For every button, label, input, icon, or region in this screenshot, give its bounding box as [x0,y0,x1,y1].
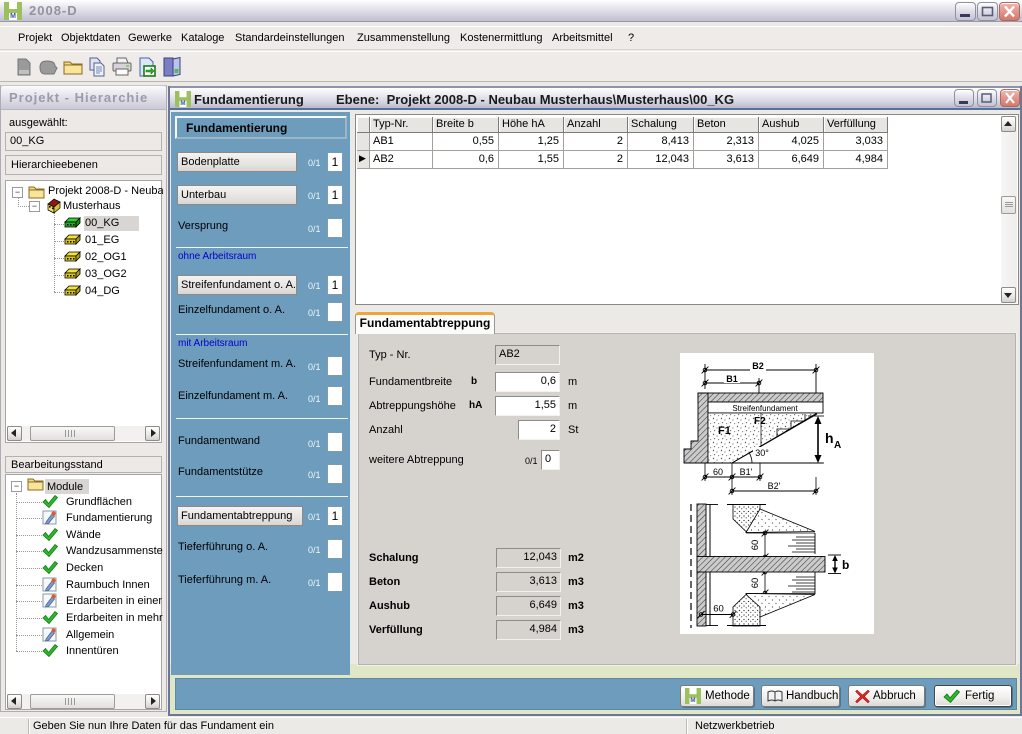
svg-text:B1: B1 [726,374,738,384]
svg-text:M: M [10,13,16,20]
svg-text:30°: 30° [755,448,769,458]
svg-text:h: h [825,430,834,446]
svg-text:F1: F1 [718,425,731,437]
svg-text:B2': B2' [768,481,781,491]
svg-text:A: A [834,440,841,451]
svg-text:M: M [180,100,185,107]
svg-text:F2: F2 [754,416,766,427]
svg-text:Streifenfundament: Streifenfundament [732,404,798,413]
svg-text:60: 60 [750,578,761,589]
svg-text:b: b [842,558,849,572]
svg-text:60: 60 [713,467,723,477]
svg-text:M: M [690,697,695,704]
svg-text:B1': B1' [740,467,753,477]
svg-text:B2: B2 [752,361,764,371]
svg-text:60: 60 [750,540,761,551]
svg-text:60: 60 [713,604,724,615]
